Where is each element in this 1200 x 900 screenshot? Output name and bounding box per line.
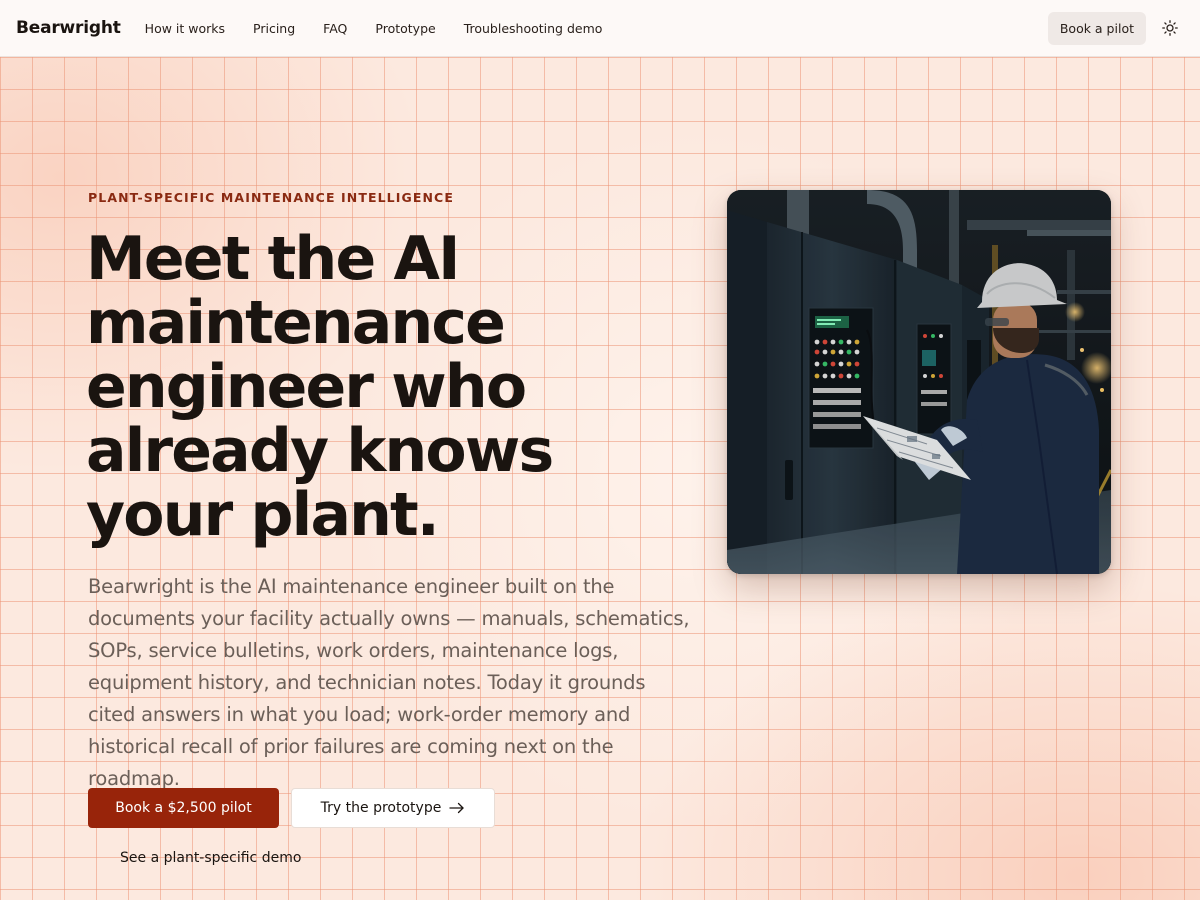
hero-eyebrow: PLANT-SPECIFIC MAINTENANCE INTELLIGENCE (88, 190, 454, 205)
try-prototype-button[interactable]: Try the prototype (291, 788, 495, 828)
book-pilot-cta-button[interactable]: Book a $2,500 pilot (88, 788, 279, 828)
arrow-right-icon (449, 802, 464, 814)
book-pilot-button[interactable]: Book a pilot (1047, 11, 1146, 45)
sun-icon (1162, 20, 1178, 36)
hero-photo-technician (727, 190, 1111, 574)
try-prototype-label: Try the prototype (320, 800, 442, 816)
hero-description: Bearwright is the AI maintenance enginee… (88, 575, 690, 790)
header-actions: Book a pilot (1047, 11, 1184, 45)
nav-link-prototype[interactable]: Prototype (361, 15, 449, 42)
nav-link-troubleshooting-demo[interactable]: Troubleshooting demo (450, 15, 617, 42)
nav-link-how-it-works[interactable]: How it works (131, 15, 239, 42)
plant-demo-link[interactable]: See a plant-specific demo (120, 850, 301, 866)
theme-toggle-button[interactable] (1156, 14, 1184, 42)
hero-section: PLANT-SPECIFIC MAINTENANCE INTELLIGENCE … (0, 57, 1200, 900)
technician-illustration (727, 190, 1111, 574)
nav-link-pricing[interactable]: Pricing (239, 15, 309, 42)
top-navigation-bar: Bearwright How it works Pricing FAQ Prot… (0, 0, 1200, 57)
brand-logo[interactable]: Bearwright (16, 18, 121, 38)
nav-link-faq[interactable]: FAQ (309, 15, 361, 42)
primary-nav: How it works Pricing FAQ Prototype Troub… (131, 15, 617, 42)
hero-headline: Meet the AI maintenance engineer who alr… (86, 224, 554, 550)
